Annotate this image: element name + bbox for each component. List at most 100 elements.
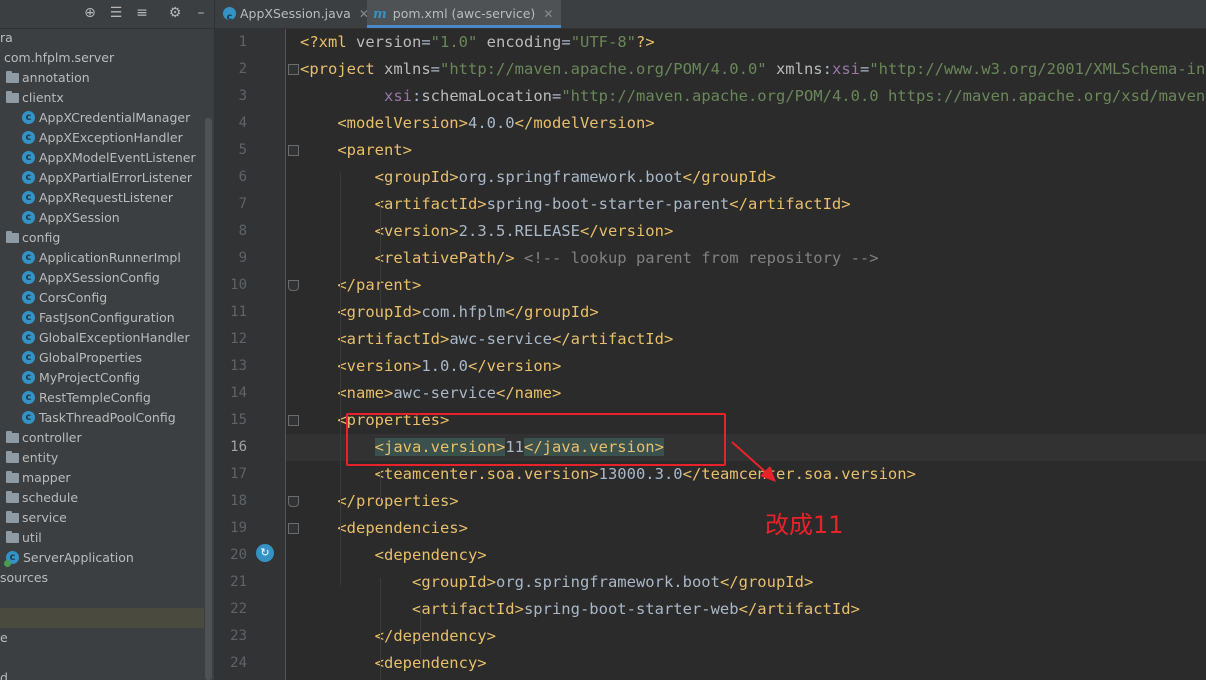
code-editor[interactable]: <?xml version="1.0" encoding="UTF-8"?> <p… <box>286 29 1206 680</box>
tree-item[interactable]: ServerApplication <box>0 548 204 568</box>
tree-item-package[interactable]: mapper <box>0 468 204 488</box>
code-token: <artifactId> <box>411 600 524 618</box>
line-number: 19 <box>230 520 247 536</box>
java-class-icon <box>22 268 35 288</box>
code-token: schemaLocation <box>421 87 552 105</box>
tree-item[interactable] <box>0 648 204 668</box>
code-line[interactable]: <groupId>com.hfplm</groupId> <box>300 299 598 326</box>
expand-all-icon[interactable]: ☰ <box>107 4 125 22</box>
tree-item-class[interactable]: AppXSessionConfig <box>0 268 204 288</box>
locate-icon[interactable]: ⊕ <box>81 4 99 22</box>
code-line[interactable]: <groupId>org.springframework.boot</group… <box>300 164 776 191</box>
spring-run-icon[interactable]: ↻ <box>256 544 274 562</box>
code-token: org.springframework.boot <box>458 168 683 186</box>
project-scrollbar[interactable] <box>205 118 212 680</box>
folder-icon <box>6 471 19 483</box>
close-icon[interactable]: ✕ <box>543 7 553 21</box>
code-line[interactable]: <modelVersion>4.0.0</modelVersion> <box>300 110 654 137</box>
tree-item-class[interactable]: TaskThreadPoolConfig <box>0 408 204 428</box>
tree-item-class[interactable]: AppXRequestListener <box>0 188 204 208</box>
folder-icon <box>6 451 19 463</box>
tree-item-label: FastJsonConfiguration <box>39 310 175 325</box>
code-line[interactable]: <?xml version="1.0" encoding="UTF-8"?> <box>300 29 655 56</box>
tree-item-class[interactable]: AppXPartialErrorListener <box>0 168 204 188</box>
code-line[interactable]: <artifactId>spring-boot-starter-parent</… <box>300 191 851 218</box>
code-line[interactable]: </parent> <box>300 272 421 299</box>
tree-item[interactable]: sources <box>0 568 204 588</box>
code-line[interactable]: <version>2.3.5.RELEASE</version> <box>300 218 674 245</box>
code-line[interactable]: xsi:schemaLocation="http://maven.apache.… <box>300 83 1206 110</box>
annotation-note: 改成11 <box>765 511 844 539</box>
tree-item-package[interactable]: clientx <box>0 88 204 108</box>
code-line[interactable]: <artifactId>awc-service</artifactId> <box>300 326 673 353</box>
code-line[interactable]: <dependency> <box>300 542 487 569</box>
tree-item-class[interactable]: ApplicationRunnerImpl <box>0 248 204 268</box>
tree-item-label: ServerApplication <box>23 550 134 565</box>
tree-item-package[interactable]: service <box>0 508 204 528</box>
tree-item[interactable]: e <box>0 628 204 648</box>
tree-item-package[interactable]: annotation <box>0 68 204 88</box>
code-token: </groupId> <box>719 573 814 591</box>
tree-item-package[interactable]: entity <box>0 448 204 468</box>
tree-item-class[interactable]: RestTempleConfig <box>0 388 204 408</box>
code-token: <!-- lookup parent from repository --> <box>523 249 879 267</box>
code-token: <artifactId> <box>337 330 450 348</box>
line-number: 11 <box>230 304 247 320</box>
collapse-all-icon[interactable]: ≡ <box>133 4 151 22</box>
code-line[interactable]: <parent> <box>300 137 412 164</box>
tab-appxsession[interactable]: AppXSession.java✕ <box>223 0 377 32</box>
code-token: xmlns <box>384 60 431 78</box>
tree-item[interactable]: ra <box>0 28 204 48</box>
tree-item-class[interactable]: MyProjectConfig <box>0 368 204 388</box>
code-token: </version> <box>468 357 562 375</box>
hide-icon[interactable]: – <box>192 4 210 22</box>
java-class-icon <box>22 348 35 368</box>
tree-item-package[interactable]: schedule <box>0 488 204 508</box>
code-token: xsi <box>384 87 412 105</box>
tree-item-package[interactable]: config <box>0 228 204 248</box>
code-line[interactable]: <project xmlns="http://maven.apache.org/… <box>300 56 1206 83</box>
tree-item-label: AppXExceptionHandler <box>39 130 183 145</box>
code-token: "http://maven.apache.org/POM/4.0.0" <box>440 60 767 78</box>
code-token: <dependency> <box>374 654 487 672</box>
tree-item-class[interactable]: AppXModelEventListener <box>0 148 204 168</box>
java-class-icon <box>22 308 35 328</box>
tree-item[interactable] <box>0 588 204 608</box>
gear-icon[interactable]: ⚙ <box>166 4 184 22</box>
tree-item-class[interactable]: FastJsonConfiguration <box>0 308 204 328</box>
code-token: </properties> <box>337 492 459 510</box>
tree-item-package[interactable]: util <box>0 528 204 548</box>
code-line[interactable]: </dependency> <box>300 623 496 650</box>
tree-item-class[interactable]: AppXSession <box>0 208 204 228</box>
code-token: 4.0.0 <box>467 114 515 132</box>
tab-pom-xml[interactable]: m pom.xml (awc-service) ✕ <box>367 0 562 28</box>
indent-guide <box>420 605 421 659</box>
tree-item[interactable]: com.hfplm.server <box>0 48 204 68</box>
editor-tabs: AppXSession.java✕ mpom.xml (awc-service)… <box>215 0 1206 32</box>
code-line[interactable]: <dependencies> <box>300 515 468 542</box>
tree-item-class[interactable]: GlobalExceptionHandler <box>0 328 204 348</box>
code-token: "http://maven.apache.org/POM/4.0.0 https… <box>561 87 1206 105</box>
tree-item[interactable]: d <box>0 668 204 680</box>
code-token: = <box>859 60 870 78</box>
code-line[interactable]: <relativePath/> <!-- lookup parent from … <box>300 245 879 272</box>
code-token: </name> <box>495 384 562 402</box>
line-number: 18 <box>230 493 247 509</box>
tree-item-package[interactable]: controller <box>0 428 204 448</box>
tree-item-class[interactable]: AppXExceptionHandler <box>0 128 204 148</box>
tree-item-class[interactable]: CorsConfig <box>0 288 204 308</box>
tree-item-class[interactable]: GlobalProperties <box>0 348 204 368</box>
code-line[interactable]: <artifactId>spring-boot-starter-web</art… <box>300 596 860 623</box>
tree-item-class[interactable]: AppXCredentialManager <box>0 108 204 128</box>
code-line[interactable]: <groupId>org.springframework.boot</group… <box>300 569 813 596</box>
tab-label: AppXSession.java <box>240 6 351 21</box>
tree-item[interactable] <box>0 608 204 628</box>
code-line[interactable]: <dependency> <box>300 650 487 677</box>
